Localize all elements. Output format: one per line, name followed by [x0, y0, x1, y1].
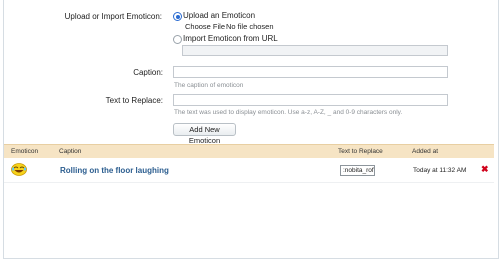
upload-import-label: Upload or Import Emoticon: [64, 12, 162, 21]
import-url-input[interactable] [182, 45, 448, 56]
no-file-chosen-text: No file chosen [226, 22, 274, 31]
replace-hint: The text was used to display emoticon. U… [174, 109, 403, 116]
th-text: Text to Replace [338, 148, 383, 155]
caption-hint: The caption of emoticon [174, 82, 244, 89]
replace-label: Text to Replace: [105, 96, 163, 105]
emoticon-caption-link[interactable]: Rolling on the floor laughing [60, 166, 169, 175]
add-emoticon-button[interactable]: Add New Emoticon [173, 123, 236, 145]
upload-option-label: Upload an Emoticon [183, 11, 256, 20]
table-row: Rolling on the floor laughing :nobita_ro… [4, 158, 494, 183]
caption-input[interactable] [173, 66, 448, 78]
th-emoticon: Emoticon [11, 148, 39, 155]
import-option-label: Import Emoticon from URL [183, 34, 278, 43]
import-radio[interactable] [173, 35, 182, 44]
delete-icon[interactable]: ✖ [481, 165, 489, 174]
choose-file-button[interactable]: Choose File [185, 22, 225, 31]
emoticon-code-field[interactable]: :nobita_rofl: [340, 165, 375, 176]
replace-input[interactable] [173, 94, 448, 106]
table-header: Emoticon Caption Text to Replace Added a… [4, 144, 494, 159]
caption-label: Caption: [133, 68, 163, 77]
added-at-cell: Today at 11:32 AM [413, 167, 467, 174]
upload-radio[interactable] [173, 12, 182, 21]
th-caption: Caption [59, 148, 82, 155]
rofl-emoticon-icon [11, 163, 27, 176]
th-added: Added at [412, 148, 439, 155]
